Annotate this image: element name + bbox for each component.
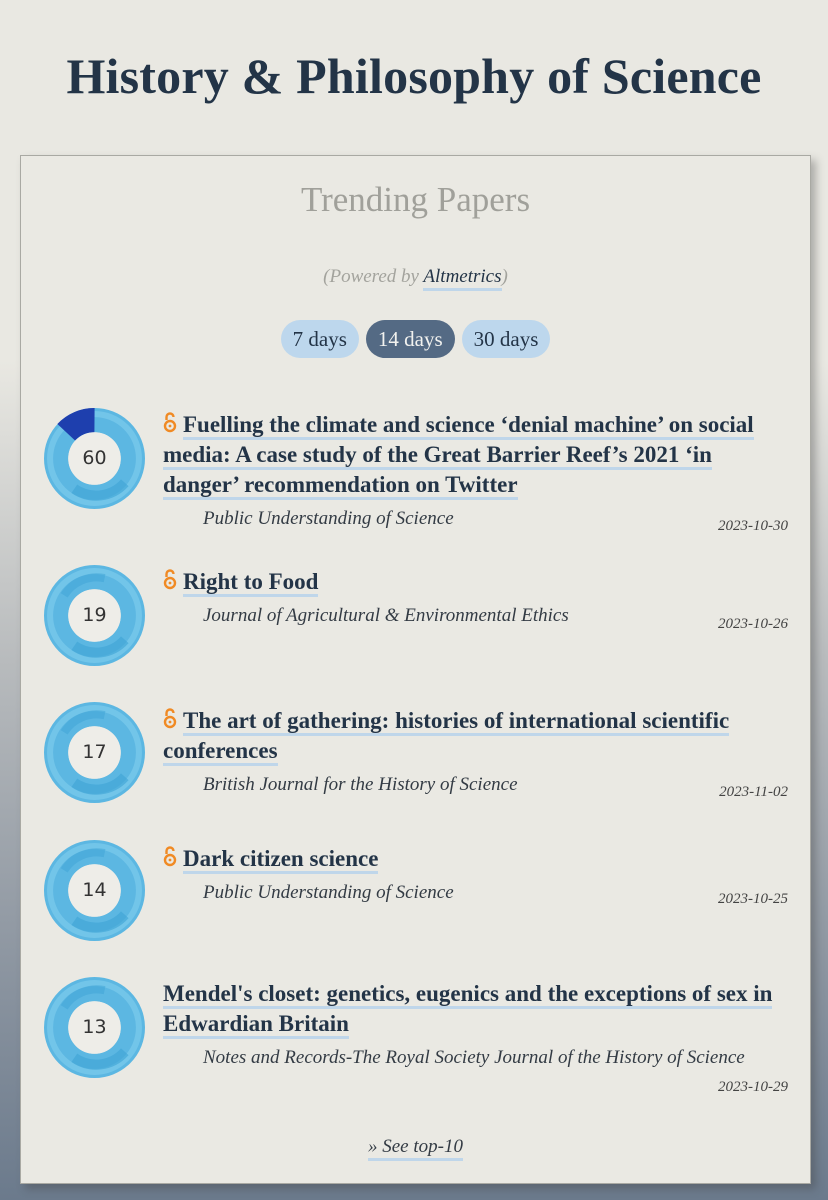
altmetric-score: 19 bbox=[82, 604, 107, 626]
altmetric-score: 60 bbox=[82, 447, 107, 469]
paper-title-link[interactable]: Dark citizen science bbox=[183, 846, 379, 874]
altmetric-score: 13 bbox=[82, 1016, 107, 1038]
site-title: History & Philosophy of Science bbox=[66, 48, 762, 104]
open-access-icon bbox=[163, 412, 177, 433]
time-range-tabs: 7 days 14 days 30 days bbox=[21, 320, 810, 358]
publication-date: 2023-10-26 bbox=[718, 616, 788, 632]
tab-14-days[interactable]: 14 days bbox=[365, 320, 455, 358]
paper-title: The art of gathering: histories of inter… bbox=[163, 706, 793, 766]
altmetric-score: 17 bbox=[82, 741, 107, 763]
altmetric-badge[interactable]: 60 bbox=[44, 408, 145, 509]
paper-title: Right to Food bbox=[163, 567, 793, 597]
tab-7-days[interactable]: 7 days bbox=[280, 320, 359, 358]
paper-title-link[interactable]: The art of gathering: histories of inter… bbox=[163, 708, 730, 766]
publication-date: 2023-10-25 bbox=[718, 891, 788, 907]
altmetric-badge[interactable]: 17 bbox=[44, 702, 145, 803]
powered-suffix: ) bbox=[501, 266, 508, 287]
tab-30-days[interactable]: 30 days bbox=[461, 320, 551, 358]
trending-papers-widget: Trending Papers (Powered by Altmetrics) … bbox=[20, 155, 811, 1184]
open-access-icon bbox=[163, 569, 177, 590]
journal-name: Notes and Records-The Royal Society Jour… bbox=[203, 1047, 745, 1068]
journal-name: Public Understanding of Science bbox=[203, 508, 454, 529]
altmetric-badge[interactable]: 14 bbox=[44, 840, 145, 941]
paper-title-link[interactable]: Right to Food bbox=[183, 569, 319, 597]
paper-title-link[interactable]: Mendel's closet: genetics, eugenics and … bbox=[163, 981, 773, 1039]
powered-by: (Powered by Altmetrics) bbox=[21, 266, 810, 291]
paper-title: Mendel's closet: genetics, eugenics and … bbox=[163, 979, 793, 1039]
open-access-icon bbox=[163, 846, 177, 867]
see-top-10-link[interactable]: » See top-10 bbox=[368, 1136, 463, 1161]
powered-prefix: (Powered by bbox=[323, 266, 424, 287]
widget-title: Trending Papers bbox=[300, 180, 531, 219]
journal-name: Public Understanding of Science bbox=[203, 882, 454, 903]
see-top-10: » See top-10 bbox=[21, 1136, 810, 1161]
journal-name: British Journal for the History of Scien… bbox=[203, 774, 518, 795]
altmetric-badge[interactable]: 13 bbox=[44, 977, 145, 1078]
publication-date: 2023-11-02 bbox=[719, 784, 788, 800]
publication-date: 2023-10-29 bbox=[718, 1079, 788, 1095]
paper-title: Dark citizen science bbox=[163, 844, 793, 874]
journal-name: Journal of Agricultural & Environmental … bbox=[203, 605, 569, 626]
paper-title: Fuelling the climate and science ‘denial… bbox=[163, 410, 793, 500]
altmetric-badge[interactable]: 19 bbox=[44, 565, 145, 666]
open-access-icon bbox=[163, 708, 177, 729]
altmetrics-link[interactable]: Altmetrics bbox=[423, 266, 502, 291]
paper-title-link[interactable]: Fuelling the climate and science ‘denial… bbox=[163, 412, 754, 500]
publication-date: 2023-10-30 bbox=[718, 518, 788, 534]
altmetric-score: 14 bbox=[82, 879, 107, 901]
